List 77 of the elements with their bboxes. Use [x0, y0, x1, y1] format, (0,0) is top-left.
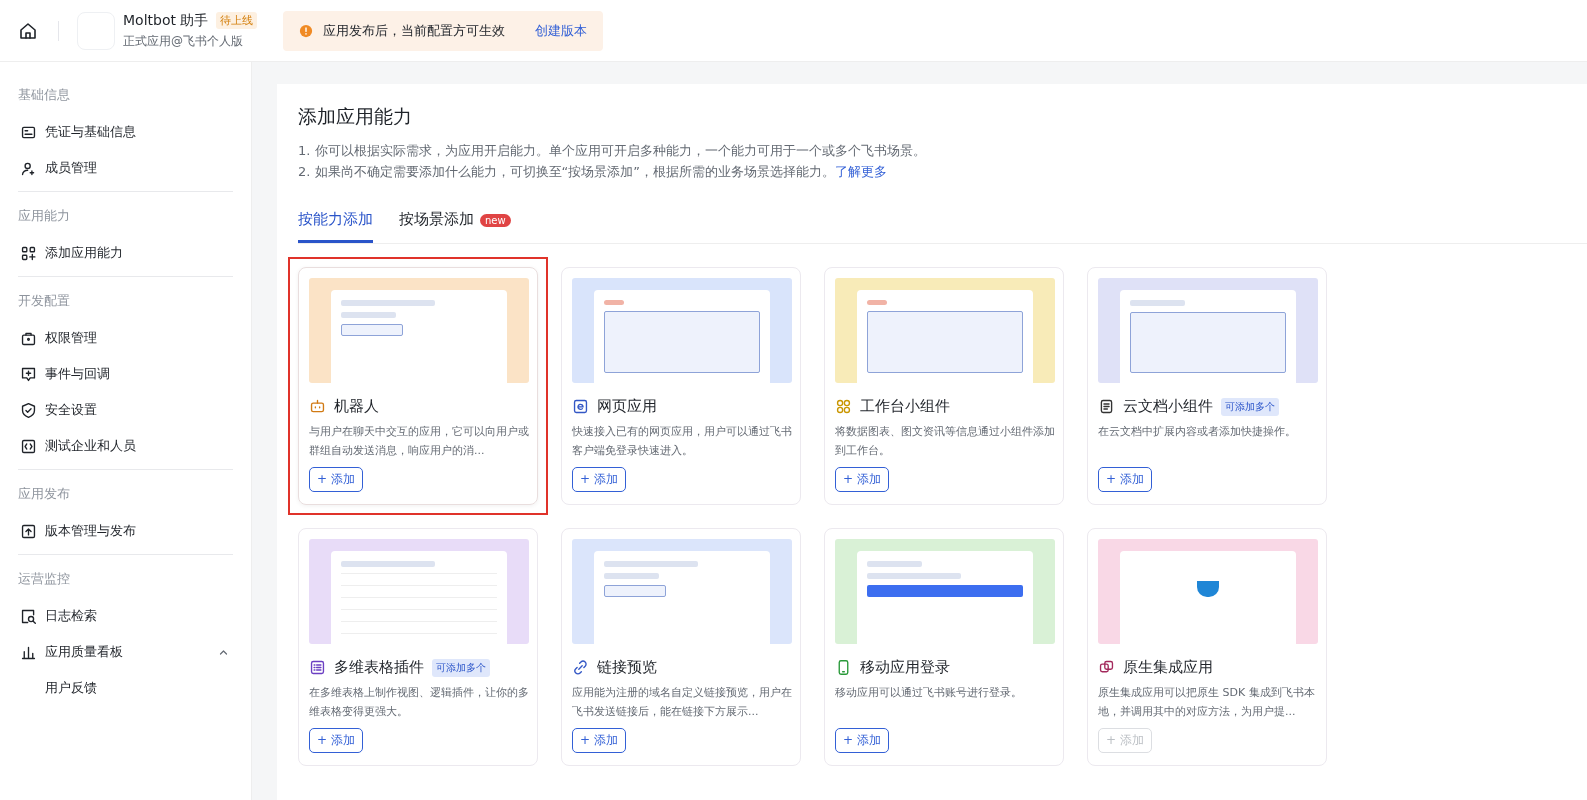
add-button[interactable]: + 添加 — [835, 728, 889, 753]
page-title: 添加应用能力 — [298, 104, 413, 129]
card-description: 将数据图表、图文资讯等信息通过小组件添加到工作台。 — [835, 424, 1055, 459]
multi-badge: 可添加多个 — [432, 658, 490, 677]
home-icon — [18, 20, 38, 41]
robot-icon — [309, 398, 326, 415]
section-title: 运营监控 — [18, 570, 71, 588]
code-box-icon — [20, 437, 37, 455]
sidebar-label: 安全设置 — [45, 401, 97, 419]
tab[interactable]: 按场景添加 — [399, 202, 474, 243]
sidebar-item[interactable]: 日志检索 — [18, 598, 233, 634]
sidebar-label: 应用质量看板 — [45, 643, 123, 661]
instruction-text: 2. 如果尚不确定需要添加什么能力，可切换至“按场景添加”，根据所需的业务场景选择能力。 — [298, 164, 835, 179]
sidebar-label: 事件与回调 — [45, 365, 110, 383]
card-description: 在云文档中扩展内容或者添加快捷操作。 — [1098, 424, 1297, 440]
upload-box-icon — [20, 522, 37, 540]
card-title: 链接预览 — [597, 658, 657, 677]
four-circles-icon — [835, 398, 852, 415]
section-title: 应用能力 — [18, 207, 71, 225]
card-title: 多维表格插件 — [334, 658, 424, 677]
card-title: 云文档小组件 — [1123, 397, 1213, 416]
app-name: Moltbot 助手 — [123, 11, 209, 30]
sidebar-item[interactable]: 版本管理与发布 — [18, 513, 233, 549]
new-badge: new — [480, 214, 511, 227]
sidebar-label: 成员管理 — [45, 159, 97, 177]
create-version-link[interactable]: 创建版本 — [535, 21, 588, 40]
shield-icon — [20, 401, 37, 419]
card-description: 原生集成应用可以把原生 SDK 集成到飞书本地，并调用其中的对应方法，为用户提... — [1098, 685, 1316, 720]
card-title: 原生集成应用 — [1123, 658, 1213, 677]
sidebar-item[interactable]: 添加应用能力 — [18, 235, 233, 271]
sidebar-subitem[interactable]: 用户反馈 — [18, 670, 233, 706]
multi-badge: 可添加多个 — [1221, 397, 1279, 416]
add-button[interactable]: + 添加 — [309, 728, 363, 753]
section-title: 应用发布 — [18, 485, 71, 503]
card-description: 与用户在聊天中交互的应用，它可以向用户或群组自动发送消息，响应用户的消... — [309, 424, 529, 459]
sidebar-item[interactable]: 凭证与基础信息 — [18, 114, 233, 150]
card-title: 移动应用登录 — [860, 658, 950, 677]
card-description: 应用能为注册的域名自定义链接预览，用户在飞书发送链接后，能在链接下方展示... — [572, 685, 792, 720]
sidebar-item[interactable]: 权限管理 — [18, 320, 233, 356]
card-title: 工作台小组件 — [860, 397, 950, 416]
add-button[interactable]: + 添加 — [1098, 467, 1152, 492]
add-button[interactable]: + 添加 — [309, 467, 363, 492]
sidebar-label: 添加应用能力 — [45, 244, 123, 262]
plus-box-icon — [20, 365, 37, 383]
section-title: 开发配置 — [18, 292, 71, 310]
sidebar-item[interactable]: 测试企业和人员 — [18, 428, 233, 464]
sidebar-label: 测试企业和人员 — [45, 437, 136, 455]
card-description: 在多维表格上制作视图、逻辑插件，让你的多维表格变得更强大。 — [309, 685, 529, 720]
add-button[interactable]: + 添加 — [572, 467, 626, 492]
sidebar-label: 日志检索 — [45, 607, 97, 625]
section-title: 基础信息 — [18, 86, 71, 104]
sidebar-label: 版本管理与发布 — [45, 522, 136, 540]
app-subtitle: 正式应用@飞书个人版 — [123, 32, 244, 50]
web-icon — [572, 398, 589, 415]
notice-text: 应用发布后，当前配置方可生效 — [323, 21, 506, 40]
card-title: 网页应用 — [597, 397, 657, 416]
grid-plus-icon — [20, 244, 37, 262]
list-icon — [309, 659, 326, 676]
sidebar-item[interactable]: 安全设置 — [18, 392, 233, 428]
status-badge: 待上线 — [216, 12, 258, 29]
sidebar-item[interactable]: 事件与回调 — [18, 356, 233, 392]
sidebar-item[interactable]: 应用质量看板 — [18, 634, 233, 670]
tab[interactable]: 按能力添加 — [298, 202, 373, 243]
card-description: 移动应用可以通过飞书账号进行登录。 — [835, 685, 1023, 701]
sidebar-label: 凭证与基础信息 — [45, 123, 136, 141]
add-button[interactable]: + 添加 — [835, 467, 889, 492]
sidebar-item[interactable]: 成员管理 — [18, 150, 233, 186]
search-document-icon — [20, 607, 37, 625]
card-description: 快速接入已有的网页应用，用户可以通过飞书客户端免登录快速进入。 — [572, 424, 792, 459]
instruction-text: 1. 你可以根据实际需求，为应用开启能力。单个应用可开启多种能力，一个能力可用于一个或多个飞书场景。 — [298, 143, 926, 158]
learn-more-link[interactable]: 了解更多 — [835, 164, 887, 179]
link-icon — [572, 659, 589, 676]
warning-icon — [299, 23, 314, 38]
sidebar-label: 权限管理 — [45, 329, 97, 347]
document-icon — [1098, 398, 1115, 415]
card-title: 机器人 — [334, 397, 379, 416]
add-button[interactable]: + 添加 — [572, 728, 626, 753]
